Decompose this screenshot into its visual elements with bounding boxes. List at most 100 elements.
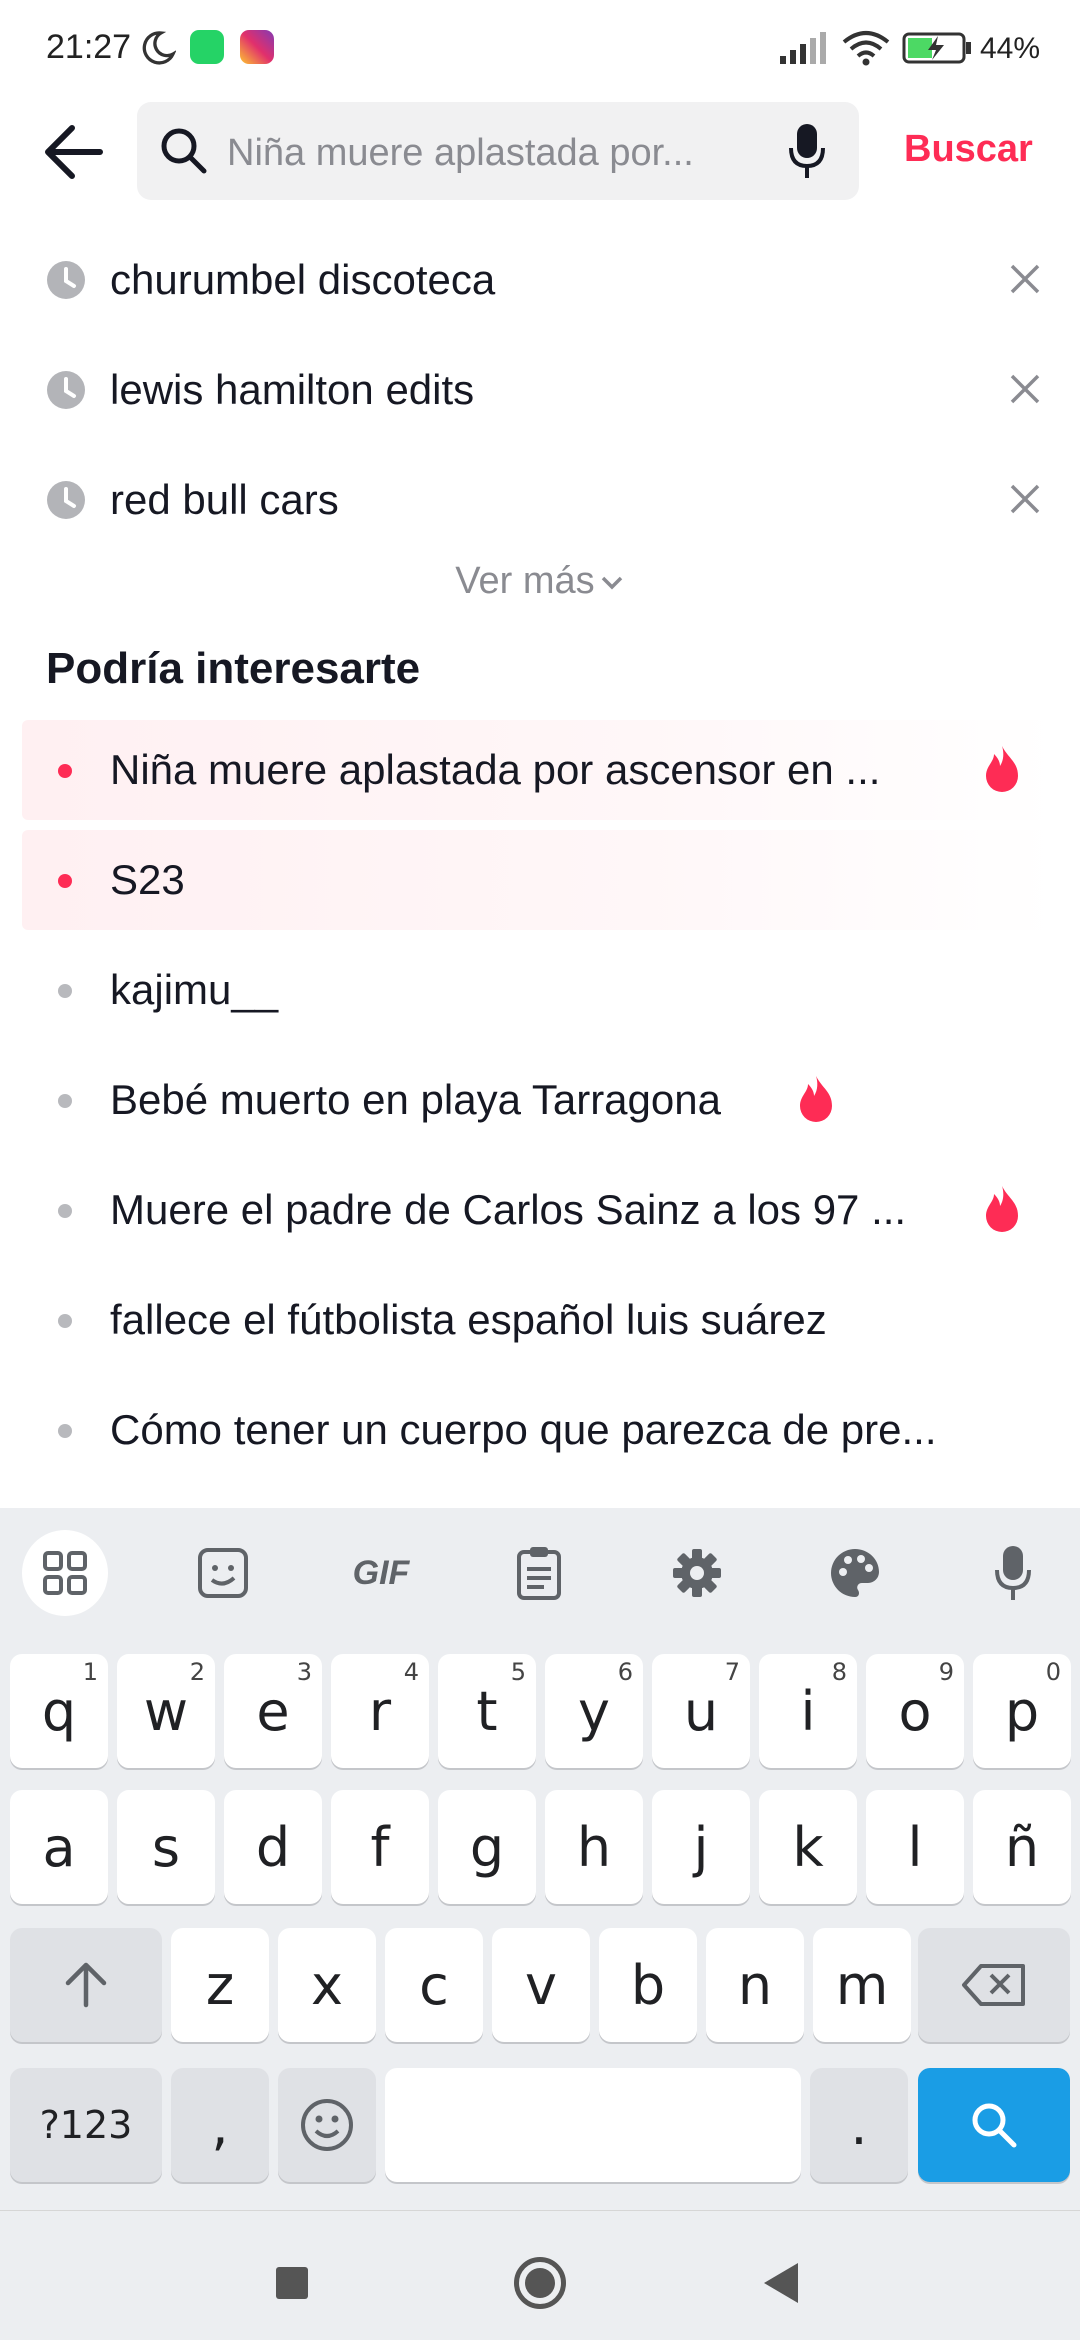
- key-label: r: [368, 1679, 392, 1743]
- suggestion-item[interactable]: Muere el padre de Carlos Sainz a los 97 …: [22, 1160, 1058, 1260]
- home-button[interactable]: [514, 2257, 566, 2309]
- suggestion-item[interactable]: Niña muere aplastada por ascensor en ...: [22, 720, 1058, 820]
- key-label: d: [255, 1815, 291, 1879]
- key-u[interactable]: u7: [652, 1654, 750, 1768]
- bullet-dot: [58, 1424, 72, 1438]
- key-label: l: [907, 1815, 923, 1879]
- key-label: s: [151, 1815, 181, 1879]
- system-nav-bar: [0, 2210, 1080, 2340]
- recents-button[interactable]: [276, 2267, 308, 2299]
- microphone-icon[interactable]: [787, 122, 827, 180]
- voice-input-button[interactable]: [970, 1530, 1056, 1616]
- sticker-button[interactable]: [180, 1530, 266, 1616]
- nav-back-button[interactable]: [764, 2263, 798, 2303]
- history-item[interactable]: churumbel discoteca: [0, 224, 1080, 334]
- key-z[interactable]: z: [171, 1928, 269, 2042]
- key-label: ,: [211, 2093, 229, 2157]
- key-b[interactable]: b: [599, 1928, 697, 2042]
- key-hint: 1: [82, 1658, 98, 1686]
- key-s[interactable]: s: [117, 1790, 215, 1904]
- history-item-label: churumbel discoteca: [110, 256, 496, 303]
- key-v[interactable]: v: [492, 1928, 590, 2042]
- search-input[interactable]: Niña muere aplastada por...: [137, 102, 859, 200]
- suggestion-item[interactable]: Bebé muerto en playa Tarragona: [22, 1050, 1058, 1150]
- key-q[interactable]: q1: [10, 1654, 108, 1768]
- whatsapp-icon: [190, 30, 224, 64]
- gif-label: GIF: [352, 1553, 410, 1592]
- key-y[interactable]: y6: [545, 1654, 643, 1768]
- see-more-button[interactable]: Ver más: [0, 560, 1080, 603]
- key-hint: 8: [831, 1658, 847, 1686]
- space-key[interactable]: [385, 2068, 801, 2182]
- key-w[interactable]: w2: [117, 1654, 215, 1768]
- key-d[interactable]: d: [224, 1790, 322, 1904]
- key-i[interactable]: i8: [759, 1654, 857, 1768]
- history-item[interactable]: red bull cars: [0, 444, 1080, 554]
- theme-button[interactable]: [812, 1530, 898, 1616]
- key-r[interactable]: r4: [331, 1654, 429, 1768]
- key-m[interactable]: m: [813, 1928, 911, 2042]
- suggestions-title: Podría interesarte: [46, 644, 421, 693]
- suggestion-item[interactable]: kajimu__: [22, 940, 1058, 1040]
- key-o[interactable]: o9: [866, 1654, 964, 1768]
- see-more-label: Ver más: [455, 560, 595, 602]
- bullet-dot: [58, 1094, 72, 1108]
- key-hint: 5: [510, 1658, 526, 1686]
- search-submit-button[interactable]: Buscar: [904, 128, 1033, 171]
- key-hint: 4: [403, 1658, 419, 1686]
- key-label: h: [576, 1815, 612, 1879]
- sticker-icon: [198, 1548, 248, 1598]
- key-label: k: [792, 1815, 824, 1879]
- bullet-dot: [58, 984, 72, 998]
- key-c[interactable]: c: [385, 1928, 483, 2042]
- suggestion-label: Cómo tener un cuerpo que parezca de pre.…: [110, 1406, 937, 1453]
- battery-icon: [902, 32, 971, 64]
- key-j[interactable]: j: [652, 1790, 750, 1904]
- suggestion-item[interactable]: Cómo tener un cuerpo que parezca de pre.…: [22, 1380, 1058, 1480]
- status-time: 21:27: [46, 28, 132, 66]
- key-a[interactable]: a: [10, 1790, 108, 1904]
- remove-history-icon[interactable]: [1008, 262, 1042, 296]
- history-item[interactable]: lewis hamilton edits: [0, 334, 1080, 444]
- key-n-tilde[interactable]: ñ: [973, 1790, 1071, 1904]
- search-query[interactable]: Niña muere aplastada por...: [227, 132, 747, 175]
- key-t[interactable]: t5: [438, 1654, 536, 1768]
- key-g[interactable]: g: [438, 1790, 536, 1904]
- back-arrow-icon[interactable]: [44, 124, 104, 180]
- suggestion-label: S23: [110, 856, 185, 903]
- suggestion-label: fallece el fútbolista español luis suáre…: [110, 1296, 827, 1343]
- remove-history-icon[interactable]: [1008, 482, 1042, 516]
- key-n[interactable]: n: [706, 1928, 804, 2042]
- backspace-icon: [962, 1964, 1025, 2006]
- key-label: y: [578, 1679, 610, 1743]
- emoji-key[interactable]: [278, 2068, 376, 2182]
- key-x[interactable]: x: [278, 1928, 376, 2042]
- key-e[interactable]: e3: [224, 1654, 322, 1768]
- settings-button[interactable]: [654, 1530, 740, 1616]
- key-h[interactable]: h: [545, 1790, 643, 1904]
- instagram-icon: [240, 30, 274, 64]
- key-label: w: [143, 1679, 189, 1743]
- suggestion-item[interactable]: fallece el fútbolista español luis suáre…: [22, 1270, 1058, 1370]
- period-key[interactable]: .: [810, 2068, 908, 2182]
- suggestion-label: Niña muere aplastada por ascensor en ...: [110, 746, 881, 793]
- key-hint: 3: [296, 1658, 312, 1686]
- clock-icon: [47, 371, 85, 409]
- search-key[interactable]: [918, 2068, 1070, 2182]
- symbols-key[interactable]: ?123: [10, 2068, 162, 2182]
- key-l[interactable]: l: [866, 1790, 964, 1904]
- suggestion-item[interactable]: S23: [22, 830, 1058, 930]
- clock-icon: [47, 481, 85, 519]
- history-item-label: lewis hamilton edits: [110, 366, 475, 413]
- key-k[interactable]: k: [759, 1790, 857, 1904]
- shift-key[interactable]: [10, 1928, 162, 2042]
- key-f[interactable]: f: [331, 1790, 429, 1904]
- clock-icon: [47, 261, 85, 299]
- remove-history-icon[interactable]: [1008, 372, 1042, 406]
- clipboard-button[interactable]: [496, 1530, 582, 1616]
- key-p[interactable]: p0: [973, 1654, 1071, 1768]
- comma-key[interactable]: ,: [171, 2068, 269, 2182]
- backspace-key[interactable]: [918, 1928, 1070, 2042]
- gif-button[interactable]: GIF: [338, 1530, 424, 1616]
- apps-grid-button[interactable]: [22, 1530, 108, 1616]
